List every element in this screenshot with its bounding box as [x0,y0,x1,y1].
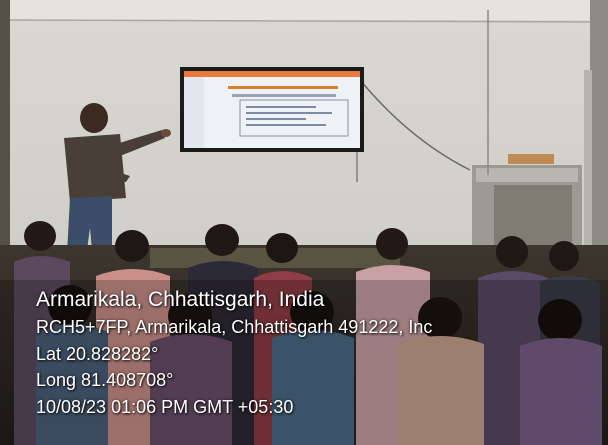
audience-head [115,230,149,262]
geotag-longitude: Long 81.408708° [36,370,174,390]
photo-frame: Armarikala, Chhattisgarh, India RCH5+7FP… [0,0,608,445]
geotag-address: RCH5+7FP, Armarikala, Chhattisgarh 49122… [36,317,433,337]
tv-screen-code-line [246,118,306,120]
tv-screen-code-line [246,124,326,126]
tv-screen-sidebar [184,77,204,148]
tv-screen-subtitle-line [232,94,336,97]
cabinet-top-item [508,154,554,164]
audience-head [205,224,239,256]
audience-head [376,228,408,260]
geotag-place: Armarikala, Chhattisgarh, India [36,288,325,311]
tv-screen-header [184,71,360,77]
audience-head [266,233,298,263]
geotag-latitude: Lat 20.828282° [36,343,159,364]
presenter-head [80,103,108,133]
audience-head [496,236,528,268]
tv-screen-title-line [228,86,338,89]
geotag-datetime: 10/08/23 01:06 PM GMT +05:30 [36,396,294,417]
geotag-overlay: Armarikala, Chhattisgarh, India RCH5+7FP… [36,286,608,420]
tv-screen-code-line [246,106,316,108]
audience-head [549,241,579,271]
ceiling-strip [0,0,608,20]
tv-screen-code-line [246,112,332,114]
cabinet-shelf [476,168,578,182]
presenter-hand [161,129,171,137]
audience-head [24,221,56,251]
